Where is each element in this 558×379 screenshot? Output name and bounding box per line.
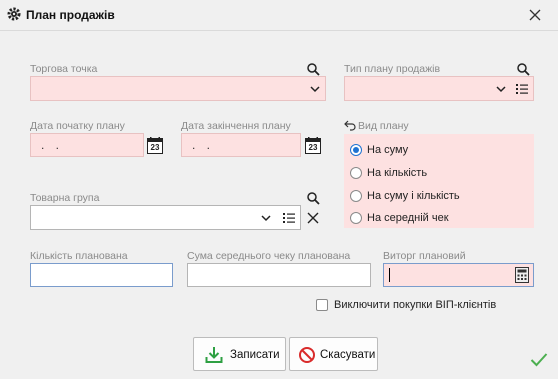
chevron-down-icon[interactable] <box>259 211 273 225</box>
clear-icon[interactable] <box>306 211 320 225</box>
cancel-button-label: Скасувати <box>320 349 376 361</box>
search-icon[interactable] <box>516 62 530 76</box>
undo-icon <box>344 120 356 131</box>
start-date-field[interactable]: . . <box>30 133 144 157</box>
avg-check-label: Сума середнього чеку планована <box>187 250 351 262</box>
radio-button[interactable] <box>350 212 362 224</box>
planned-revenue-label: Виторг плановий <box>383 250 466 262</box>
radio-option-sum[interactable]: На суму <box>350 143 510 159</box>
radio-label: На суму і кількість <box>367 190 460 202</box>
list-icon[interactable] <box>515 82 529 96</box>
close-icon[interactable] <box>526 6 544 24</box>
chevron-down-icon[interactable] <box>308 82 322 96</box>
avg-check-input[interactable] <box>187 263 371 287</box>
radio-label: На середній чек <box>367 212 449 224</box>
search-icon[interactable] <box>306 191 320 205</box>
radio-label: На суму <box>367 144 409 156</box>
radio-button[interactable] <box>350 144 362 156</box>
checkbox[interactable] <box>316 299 328 311</box>
calendar-day: 23 <box>308 143 318 152</box>
radio-label: На кількість <box>367 167 428 179</box>
exclude-vip-label: Виключити покупки ВІП-клієнтів <box>334 299 497 311</box>
start-date-value: . . <box>41 138 64 152</box>
planned-qty-input[interactable] <box>30 263 173 287</box>
radio-option-quantity[interactable]: На кількість <box>350 166 510 182</box>
calendar-icon[interactable]: 23 <box>147 137 163 154</box>
end-date-value: . . <box>192 138 215 152</box>
planned-revenue-input[interactable] <box>383 263 534 287</box>
list-icon[interactable] <box>282 211 296 225</box>
cancel-button[interactable]: Скасувати <box>289 337 378 371</box>
end-date-label: Дата закінчення плану <box>181 120 291 132</box>
outlet-label: Торгова точка <box>30 63 98 75</box>
search-icon[interactable] <box>306 62 320 76</box>
product-group-label: Товарна група <box>30 192 100 204</box>
chevron-down-icon[interactable] <box>494 82 508 96</box>
calendar-day: 23 <box>150 143 160 152</box>
save-button-label: Записати <box>230 349 280 361</box>
gear-icon <box>7 7 21 21</box>
radio-button[interactable] <box>350 167 362 179</box>
plan-kind-label: Вид плану <box>358 120 409 132</box>
plan-type-label: Тип плану продажів <box>344 63 441 75</box>
start-date-label: Дата початку плану <box>30 120 125 132</box>
save-button[interactable]: Записати <box>193 337 286 371</box>
cancel-icon <box>299 347 315 363</box>
window-title: План продажів <box>26 8 115 22</box>
radio-option-average-check[interactable]: На середній чек <box>350 211 510 227</box>
outlet-select[interactable] <box>30 76 326 101</box>
text-cursor <box>389 268 390 282</box>
exclude-vip-checkbox[interactable]: Виключити покупки ВІП-клієнтів <box>316 298 516 314</box>
checkmark-icon <box>530 353 548 367</box>
calendar-icon[interactable]: 23 <box>305 137 321 154</box>
end-date-field[interactable]: . . <box>181 133 301 157</box>
calculator-icon[interactable] <box>515 267 529 283</box>
planned-qty-label: Кількість планована <box>30 250 128 262</box>
radio-button[interactable] <box>350 190 362 202</box>
download-icon <box>205 347 223 363</box>
radio-option-sum-and-quantity[interactable]: На суму і кількість <box>350 189 520 205</box>
